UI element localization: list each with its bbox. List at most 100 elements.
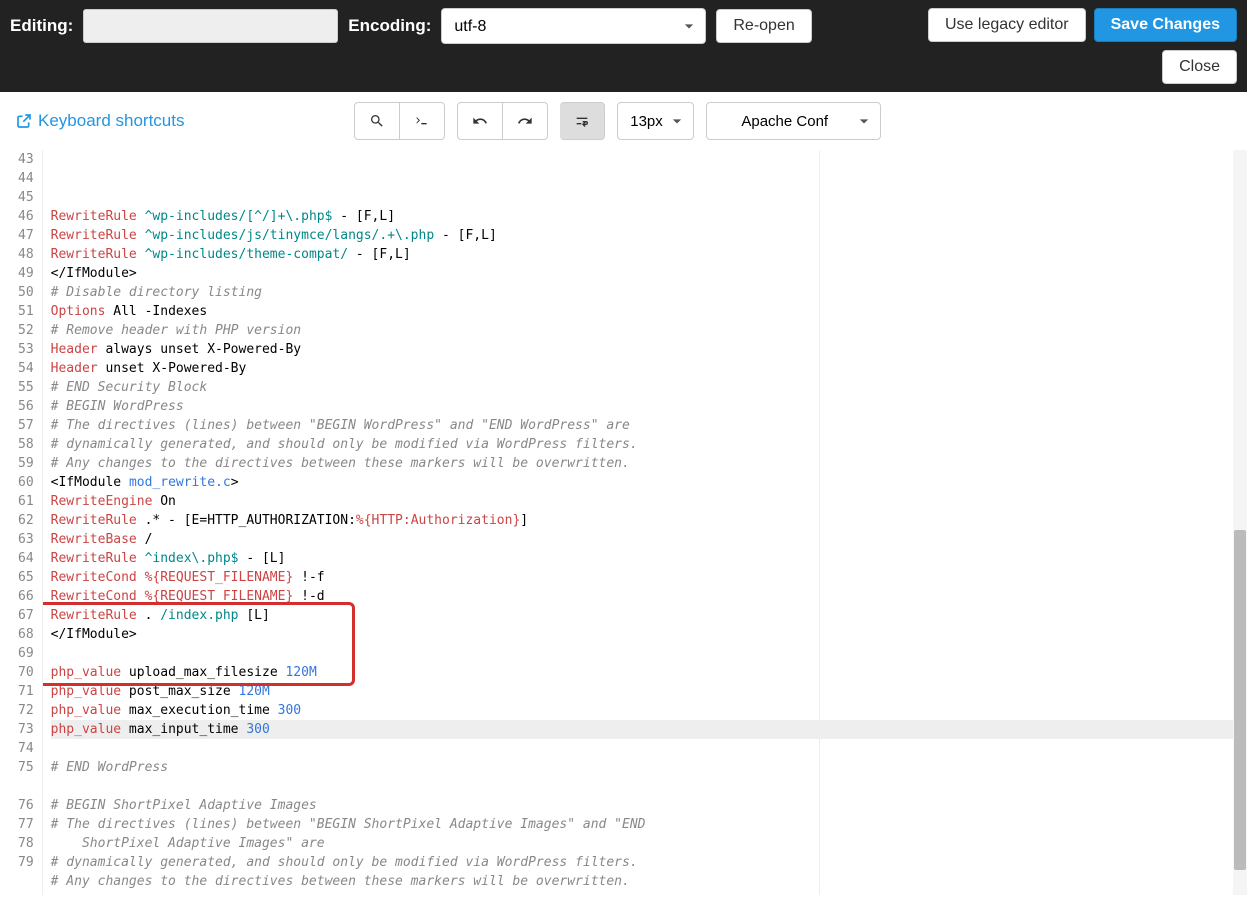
code-line[interactable]: RewriteCond %{REQUEST_FILENAME} !-f xyxy=(51,568,1247,587)
encoding-label: Encoding: xyxy=(348,16,431,36)
code-line[interactable]: # The directives (lines) between "BEGIN … xyxy=(51,815,1247,834)
redo-button[interactable] xyxy=(503,102,548,140)
keyboard-shortcuts-link[interactable]: Keyboard shortcuts xyxy=(16,111,184,131)
code-line[interactable]: <IfModule mod_rewrite.c> xyxy=(51,473,1247,492)
code-line[interactable]: RewriteRule . /index.php [L] xyxy=(51,606,1247,625)
line-number: 43 xyxy=(18,150,34,169)
code-line[interactable]: php_value max_input_time 300 xyxy=(51,720,1247,739)
line-number: 44 xyxy=(18,169,34,188)
code-line[interactable]: php_value max_execution_time 300 xyxy=(51,701,1247,720)
line-number: 61 xyxy=(18,492,34,511)
redo-icon xyxy=(517,113,533,129)
scrollbar-thumb[interactable] xyxy=(1234,530,1246,870)
line-number: 56 xyxy=(18,397,34,416)
vertical-scrollbar[interactable] xyxy=(1233,150,1247,895)
line-number: 73 xyxy=(18,720,34,739)
code-line[interactable]: # Any changes to the directives between … xyxy=(51,454,1247,473)
line-number: 59 xyxy=(18,454,34,473)
toolbar: Keyboard shortcuts 13px xyxy=(0,92,1247,150)
undo-button[interactable] xyxy=(457,102,503,140)
line-number: 55 xyxy=(18,378,34,397)
code-line[interactable]: Header unset X-Powered-By xyxy=(51,359,1247,378)
word-wrap-button[interactable] xyxy=(560,102,605,140)
code-line[interactable]: # BEGIN WordPress xyxy=(51,397,1247,416)
code-line[interactable]: # END WordPress xyxy=(51,758,1247,777)
search-icon xyxy=(369,113,385,129)
code-line[interactable]: RewriteCond %{REQUEST_FILENAME} !-d xyxy=(51,587,1247,606)
code-line[interactable]: # BEGIN ShortPixel Adaptive Images xyxy=(51,796,1247,815)
code-line[interactable] xyxy=(51,739,1247,758)
word-wrap-icon xyxy=(574,113,590,129)
code-line[interactable]: # END Security Block xyxy=(51,378,1247,397)
code-line[interactable]: # Remove header with PHP version xyxy=(51,321,1247,340)
line-number xyxy=(18,777,34,796)
code-line[interactable]: RewriteBase / xyxy=(51,530,1247,549)
code-line[interactable]: Options All -Indexes xyxy=(51,302,1247,321)
editing-label: Editing: xyxy=(10,16,73,36)
save-changes-button[interactable]: Save Changes xyxy=(1094,8,1237,42)
line-number: 76 xyxy=(18,796,34,815)
line-number: 57 xyxy=(18,416,34,435)
line-number: 45 xyxy=(18,188,34,207)
code-line[interactable] xyxy=(51,777,1247,796)
line-number: 77 xyxy=(18,815,34,834)
code-line[interactable]: RewriteRule ^wp-includes/js/tinymce/lang… xyxy=(51,226,1247,245)
external-link-icon xyxy=(16,113,32,129)
encoding-select[interactable]: utf-8 xyxy=(441,8,706,44)
syntax-select[interactable]: Apache Conf xyxy=(706,102,881,140)
code-area[interactable]: RewriteRule ^wp-includes/[^/]+\.php$ - [… xyxy=(43,150,1247,895)
code-line[interactable]: RewriteRule ^wp-includes/[^/]+\.php$ - [… xyxy=(51,207,1247,226)
line-number-gutter: 4344454647484950515253545556575859606162… xyxy=(0,150,43,895)
line-number: 64 xyxy=(18,549,34,568)
code-line[interactable]: RewriteRule ^index\.php$ - [L] xyxy=(51,549,1247,568)
code-line[interactable]: # Disable directory listing xyxy=(51,283,1247,302)
terminal-icon xyxy=(414,113,430,129)
line-number: 63 xyxy=(18,530,34,549)
line-number: 62 xyxy=(18,511,34,530)
header-left: Editing: Encoding: utf-8 Re-open xyxy=(10,8,812,44)
line-number: 50 xyxy=(18,283,34,302)
line-number: 54 xyxy=(18,359,34,378)
code-line[interactable] xyxy=(51,891,1247,895)
search-button[interactable] xyxy=(354,102,400,140)
font-size-select[interactable]: 13px xyxy=(617,102,694,140)
line-number: 69 xyxy=(18,644,34,663)
line-number: 47 xyxy=(18,226,34,245)
line-number: 60 xyxy=(18,473,34,492)
terminal-button[interactable] xyxy=(400,102,445,140)
code-line[interactable]: php_value upload_max_filesize 120M xyxy=(51,663,1247,682)
line-number: 66 xyxy=(18,587,34,606)
line-number: 72 xyxy=(18,701,34,720)
code-line[interactable]: Header always unset X-Powered-By xyxy=(51,340,1247,359)
code-line[interactable]: # dynamically generated, and should only… xyxy=(51,853,1247,872)
code-line[interactable]: # dynamically generated, and should only… xyxy=(51,435,1247,454)
code-line[interactable]: </IfModule> xyxy=(51,625,1247,644)
line-number: 68 xyxy=(18,625,34,644)
code-line[interactable]: php_value post_max_size 120M xyxy=(51,682,1247,701)
code-editor[interactable]: 4344454647484950515253545556575859606162… xyxy=(0,150,1247,895)
close-button[interactable]: Close xyxy=(1162,50,1237,84)
code-line[interactable]: RewriteEngine On xyxy=(51,492,1247,511)
code-line[interactable]: RewriteRule ^wp-includes/theme-compat/ -… xyxy=(51,245,1247,264)
use-legacy-editor-button[interactable]: Use legacy editor xyxy=(928,8,1086,42)
header-right: Use legacy editor Save Changes Close xyxy=(928,8,1237,84)
line-number: 53 xyxy=(18,340,34,359)
line-number: 51 xyxy=(18,302,34,321)
line-number: 46 xyxy=(18,207,34,226)
code-line[interactable]: # The directives (lines) between "BEGIN … xyxy=(51,416,1247,435)
line-number: 49 xyxy=(18,264,34,283)
editing-filename-input[interactable] xyxy=(83,9,338,43)
line-number: 48 xyxy=(18,245,34,264)
line-number: 79 xyxy=(18,853,34,872)
line-number: 52 xyxy=(18,321,34,340)
line-number: 78 xyxy=(18,834,34,853)
code-line[interactable]: # Any changes to the directives between … xyxy=(51,872,1247,891)
code-line[interactable] xyxy=(51,644,1247,663)
code-line[interactable]: RewriteRule .* - [E=HTTP_AUTHORIZATION:%… xyxy=(51,511,1247,530)
code-line[interactable]: </IfModule> xyxy=(51,264,1247,283)
code-line[interactable]: ShortPixel Adaptive Images" are xyxy=(51,834,1247,853)
reopen-button[interactable]: Re-open xyxy=(716,9,811,43)
line-number: 58 xyxy=(18,435,34,454)
line-number: 65 xyxy=(18,568,34,587)
line-number: 67 xyxy=(18,606,34,625)
